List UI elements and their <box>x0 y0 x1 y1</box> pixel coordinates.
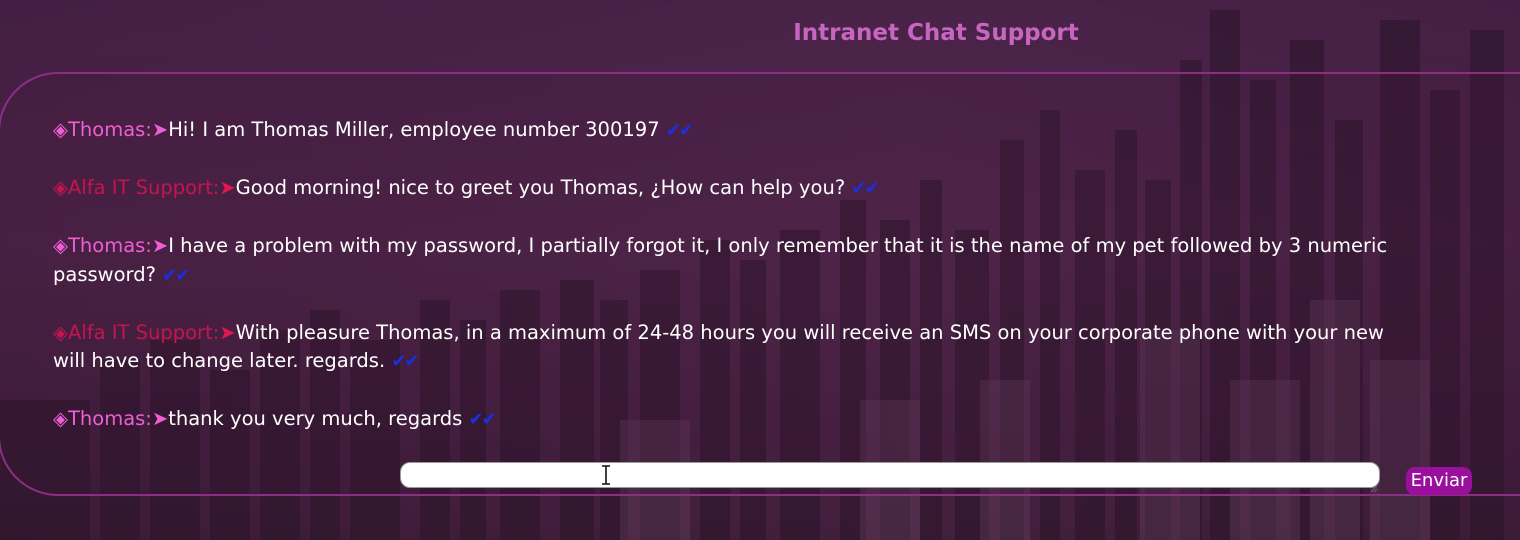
diamond-icon: ◈ <box>53 234 68 257</box>
double-check-icon: ✔✔ <box>665 120 694 141</box>
double-check-icon: ✔✔ <box>468 409 497 430</box>
message-list: ◈Thomas:➤Hi! I am Thomas Miller, employe… <box>53 116 1520 463</box>
chat-message: ◈Alfa IT Support:➤Good morning! nice to … <box>53 174 1520 204</box>
diamond-icon: ◈ <box>53 407 68 430</box>
chat-message: ◈Thomas:➤thank you very much, regards ✔✔ <box>53 405 1520 435</box>
message-sender: Thomas: <box>68 407 152 430</box>
arrow-right-icon: ➤ <box>219 320 236 344</box>
arrow-right-icon: ➤ <box>219 176 236 199</box>
message-text: thank you very much, regards <box>168 407 463 430</box>
message-input[interactable] <box>400 462 1380 488</box>
message-text: Hi! I am Thomas Miller, employee number … <box>168 118 660 141</box>
chat-message: ◈Thomas:➤Hi! I am Thomas Miller, employe… <box>53 116 1520 146</box>
resize-handle-icon[interactable] <box>1370 478 1378 493</box>
double-check-icon: ✔✔ <box>391 351 419 372</box>
send-button[interactable]: Enviar <box>1406 467 1472 495</box>
message-sender: Alfa IT Support: <box>68 320 220 344</box>
page-title: Intranet Chat Support <box>793 20 1079 46</box>
double-check-icon: ✔✔ <box>851 178 879 199</box>
arrow-right-icon: ➤ <box>151 118 169 141</box>
double-check-icon: ✔✔ <box>162 264 190 286</box>
message-text-continuation: password? <box>53 262 156 286</box>
message-text-continuation: will have to change later. regards. <box>53 349 386 372</box>
message-sender: Thomas: <box>68 118 152 141</box>
message-sender: Thomas: <box>68 234 152 257</box>
message-text: With pleasure Thomas, in a maximum of 24… <box>235 320 1384 344</box>
message-sender: Alfa IT Support: <box>68 176 220 199</box>
message-text: I have a problem with my password, I par… <box>168 234 1388 257</box>
composer <box>400 462 1380 493</box>
chat-message: ◈Alfa IT Support:➤With pleasure Thomas, … <box>53 319 1520 377</box>
chat-message: ◈Thomas:➤I have a problem with my passwo… <box>53 232 1520 290</box>
arrow-right-icon: ➤ <box>151 234 169 257</box>
arrow-right-icon: ➤ <box>151 407 169 430</box>
diamond-icon: ◈ <box>53 176 68 199</box>
diamond-icon: ◈ <box>53 320 68 344</box>
diamond-icon: ◈ <box>53 118 68 141</box>
message-text: Good morning! nice to greet you Thomas, … <box>235 176 846 199</box>
